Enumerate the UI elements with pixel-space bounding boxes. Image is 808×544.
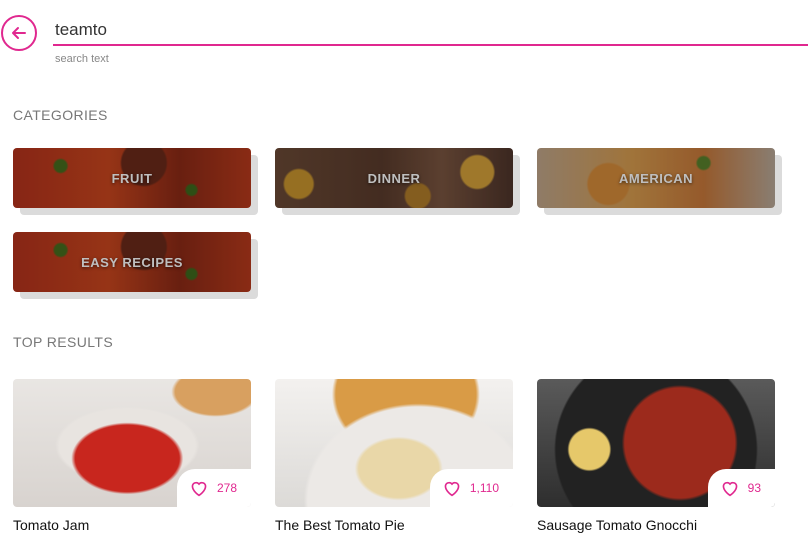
search-helper-text: search text — [55, 53, 109, 65]
like-count: 278 — [216, 481, 237, 495]
like-button[interactable]: 1,110 — [429, 469, 513, 507]
category-easy-recipes[interactable]: EASY RECIPES — [13, 232, 251, 292]
recipe-title[interactable]: Sausage Tomato Gnocchi — [537, 517, 775, 533]
heart-outline-icon — [191, 481, 207, 497]
search-input[interactable] — [53, 18, 808, 46]
top-results-heading: TOP RESULTS — [13, 334, 114, 350]
like-count: 1,110 — [469, 481, 499, 495]
arrow-left-icon — [12, 27, 26, 39]
category-label: DINNER — [367, 170, 421, 186]
recipe-image[interactable]: 1,110 — [275, 379, 513, 507]
recipe-image[interactable]: 93 — [537, 379, 775, 507]
like-count: 93 — [747, 481, 761, 495]
like-button[interactable]: 93 — [707, 469, 775, 507]
recipe-title[interactable]: Tomato Jam — [13, 517, 251, 533]
category-fruit[interactable]: FRUIT — [13, 148, 251, 208]
back-button[interactable] — [1, 15, 37, 51]
category-label: FRUIT — [111, 170, 153, 186]
category-label: AMERICAN — [618, 170, 694, 186]
recipe-image[interactable]: 278 — [13, 379, 251, 507]
categories-heading: CATEGORIES — [13, 107, 108, 123]
heart-outline-icon — [722, 481, 738, 497]
result-card-tomato-jam: 278 Tomato Jam — [13, 379, 251, 533]
search-field: search text — [53, 18, 808, 65]
category-dinner[interactable]: DINNER — [275, 148, 513, 208]
result-card-sausage-gnocchi: 93 Sausage Tomato Gnocchi — [537, 379, 775, 533]
heart-outline-icon — [444, 481, 460, 497]
like-button[interactable]: 278 — [176, 469, 251, 507]
recipe-title[interactable]: The Best Tomato Pie — [275, 517, 513, 533]
category-label: EASY RECIPES — [81, 254, 183, 270]
category-american[interactable]: AMERICAN — [537, 148, 775, 208]
result-card-tomato-pie: 1,110 The Best Tomato Pie — [275, 379, 513, 533]
